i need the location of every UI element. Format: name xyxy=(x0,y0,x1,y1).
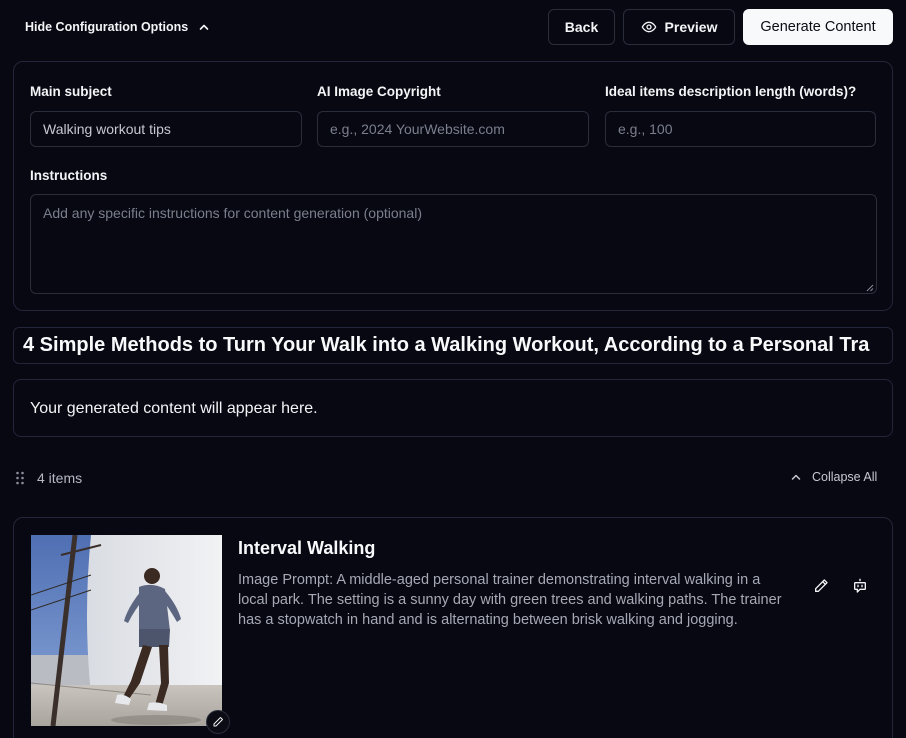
hide-config-toggle[interactable]: Hide Configuration Options xyxy=(25,18,210,36)
items-count: 4 items xyxy=(37,470,83,486)
item-image[interactable] xyxy=(31,535,222,726)
image-edit-button[interactable] xyxy=(206,710,230,734)
top-toolbar: Hide Configuration Options Back Preview … xyxy=(0,0,906,54)
article-title: 4 Simple Methods to Turn Your Walk into … xyxy=(23,334,870,356)
description-length-label: Ideal items description length (words)? xyxy=(605,84,857,99)
image-copyright-input[interactable] xyxy=(317,111,589,147)
back-button-label: Back xyxy=(564,19,599,35)
generated-content-area: Your generated content will appear here. xyxy=(13,379,893,437)
generate-button-label: Generate Content xyxy=(760,19,876,35)
walking-person-photo xyxy=(31,535,222,726)
collapse-all-button[interactable]: Collapse All xyxy=(790,470,877,484)
back-button[interactable]: Back xyxy=(548,9,615,45)
chevron-up-icon xyxy=(791,474,801,480)
resize-grip-icon[interactable] xyxy=(866,284,874,292)
grip-vertical-icon[interactable] xyxy=(15,471,25,485)
ai-rewrite-button[interactable] xyxy=(846,572,874,600)
generated-content-placeholder: Your generated content will appear here. xyxy=(30,400,318,417)
collapse-all-label: Collapse All xyxy=(812,470,878,484)
bot-message-icon xyxy=(854,578,866,593)
item-description: Image Prompt: A middle-aged personal tra… xyxy=(238,572,782,628)
description-length-input[interactable] xyxy=(605,111,876,147)
hide-config-label: Hide Configuration Options xyxy=(25,20,189,34)
generate-content-button[interactable]: Generate Content xyxy=(743,9,893,45)
pencil-icon xyxy=(815,579,828,592)
pencil-icon xyxy=(213,717,223,727)
edit-item-button[interactable] xyxy=(807,572,835,600)
chevron-up-icon xyxy=(199,24,209,30)
eye-icon xyxy=(641,21,656,33)
item-title[interactable]: Interval Walking xyxy=(238,538,375,559)
image-copyright-label: AI Image Copyright xyxy=(317,84,441,99)
preview-button[interactable]: Preview xyxy=(623,9,735,45)
items-header: 4 items Collapse All xyxy=(0,462,906,492)
instructions-label: Instructions xyxy=(30,168,108,183)
main-subject-input[interactable] xyxy=(30,111,302,147)
item-card: Interval Walking Image Prompt: A middle-… xyxy=(13,517,893,738)
configuration-panel: Main subject AI Image Copyright Ideal it… xyxy=(13,61,893,311)
main-subject-label: Main subject xyxy=(30,84,112,99)
instructions-textarea[interactable] xyxy=(30,194,877,294)
preview-button-label: Preview xyxy=(664,19,718,35)
article-title-field[interactable]: 4 Simple Methods to Turn Your Walk into … xyxy=(13,327,893,364)
